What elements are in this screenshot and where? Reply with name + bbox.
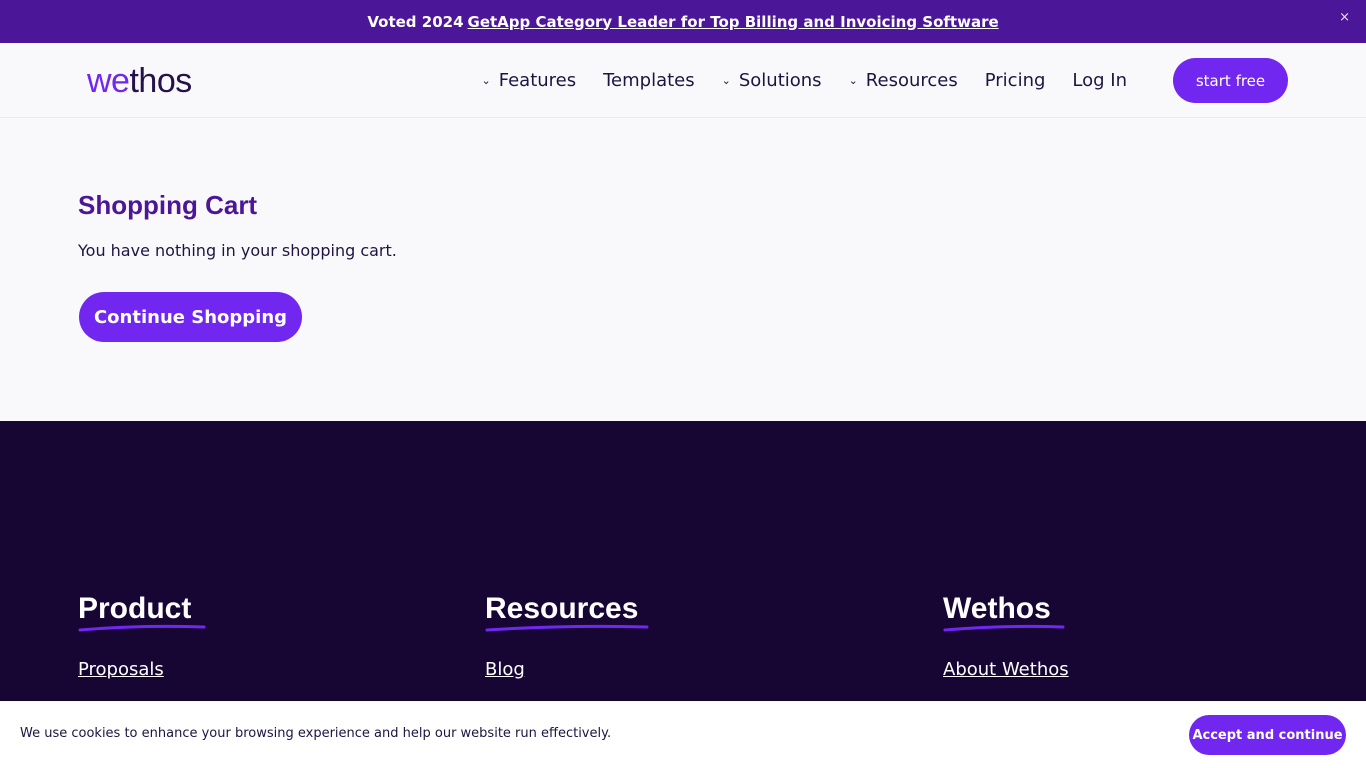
footer-link-proposals[interactable]: Proposals: [78, 659, 164, 680]
nav-item-pricing[interactable]: Pricing: [985, 70, 1046, 91]
footer-link-blog[interactable]: Blog: [485, 659, 525, 680]
site-header: wethos ⌄ Features Templates ⌄ Solutions …: [0, 43, 1366, 118]
wethos-logo[interactable]: wethos: [87, 63, 192, 99]
close-icon[interactable]: ×: [1339, 10, 1350, 25]
continue-shopping-button[interactable]: Continue Shopping: [79, 292, 302, 342]
chevron-down-icon: ⌄: [721, 74, 731, 87]
announcement-prefix: Voted 2024: [367, 12, 464, 31]
chevron-down-icon: ⌄: [848, 74, 858, 87]
nav-item-login[interactable]: Log In: [1072, 70, 1127, 91]
logo-part-2: thos: [129, 62, 192, 100]
nav-label: Log In: [1072, 70, 1127, 91]
cookie-banner: We use cookies to enhance your browsing …: [0, 701, 1366, 768]
footer-column-resources: Resources Blog: [485, 589, 655, 680]
page-title: Shopping Cart: [78, 190, 258, 220]
cookie-message: We use cookies to enhance your browsing …: [20, 726, 612, 741]
main-nav: ⌄ Features Templates ⌄ Solutions ⌄ Resou…: [455, 43, 1128, 118]
nav-label: Resources: [865, 70, 958, 91]
nav-item-resources[interactable]: ⌄ Resources: [849, 70, 958, 91]
nav-item-features[interactable]: ⌄ Features: [482, 70, 577, 91]
empty-cart-message: You have nothing in your shopping cart.: [78, 241, 397, 260]
footer-column-wethos: Wethos About Wethos: [943, 589, 1069, 680]
footer-heading: Wethos: [943, 592, 1051, 625]
logo-part-1: we: [87, 62, 130, 100]
nav-item-templates[interactable]: Templates: [603, 70, 695, 91]
nav-label: Templates: [603, 70, 695, 91]
accept-cookies-button[interactable]: Accept and continue: [1189, 715, 1346, 755]
announcement-link[interactable]: GetApp Category Leader for Top Billing a…: [468, 13, 999, 31]
announcement-bar: Voted 2024 GetApp Category Leader for To…: [0, 0, 1366, 43]
nav-item-solutions[interactable]: ⌄ Solutions: [722, 70, 822, 91]
nav-label: Pricing: [984, 70, 1046, 91]
start-free-button[interactable]: start free: [1173, 58, 1288, 103]
footer-column-product: Product Proposals: [78, 589, 208, 680]
nav-label: Solutions: [738, 70, 822, 91]
cart-section: Shopping Cart You have nothing in your s…: [78, 190, 397, 342]
nav-label: Features: [498, 70, 577, 91]
footer-link-about[interactable]: About Wethos: [943, 659, 1069, 680]
chevron-down-icon: ⌄: [481, 74, 491, 87]
footer-heading: Product: [78, 592, 192, 625]
footer-heading: Resources: [485, 592, 639, 625]
